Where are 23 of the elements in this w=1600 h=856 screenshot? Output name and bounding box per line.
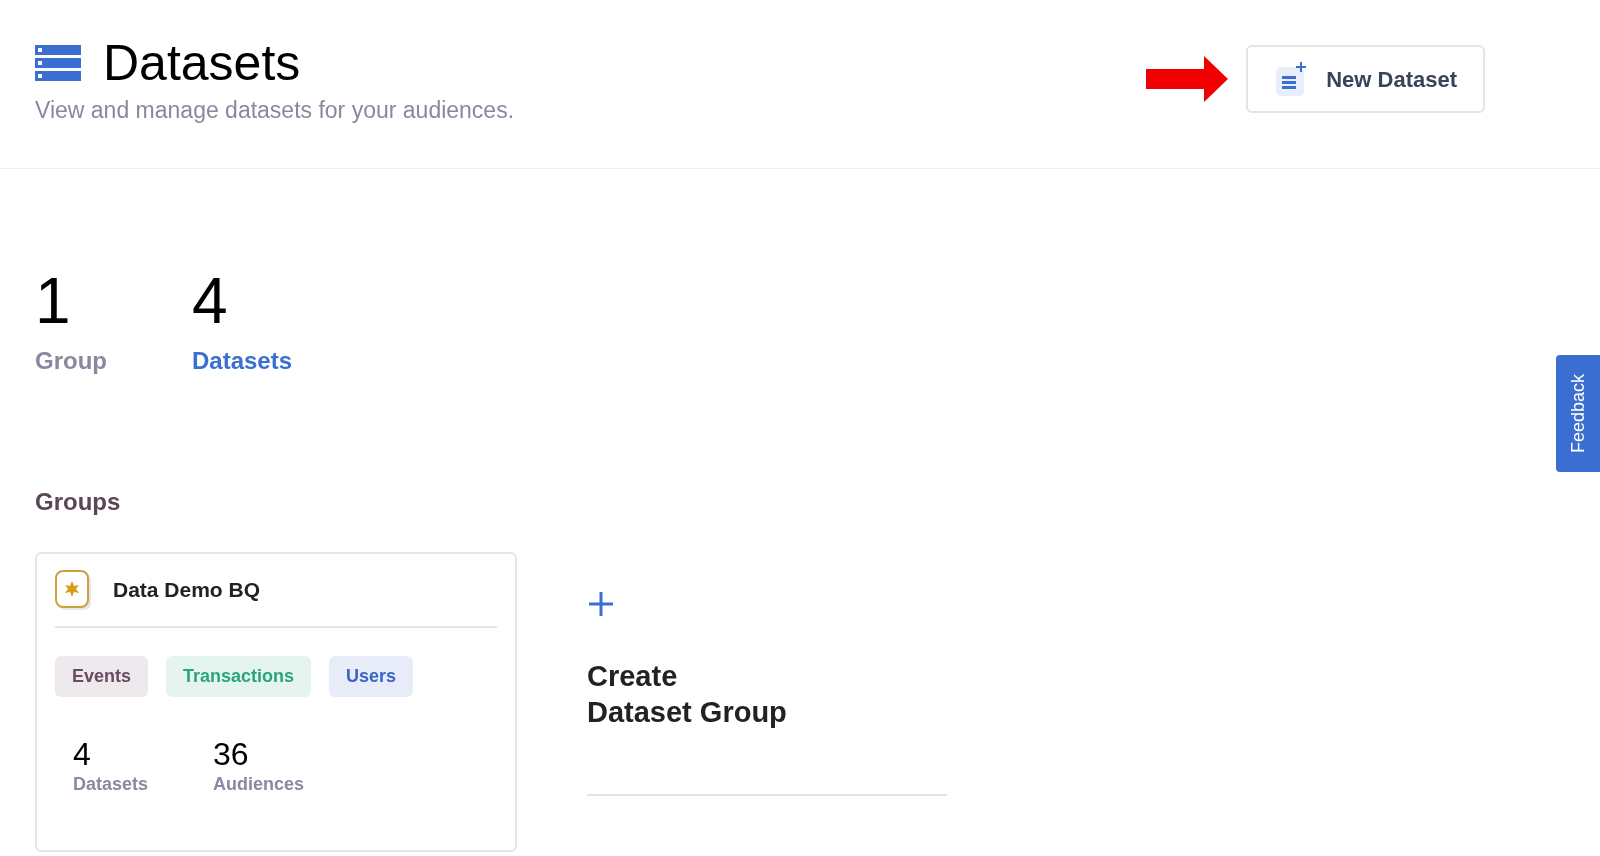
- group-icon: [55, 569, 91, 610]
- stat-value: 4: [192, 268, 228, 333]
- section-heading: Groups: [35, 486, 122, 517]
- tag: Events: [55, 655, 149, 697]
- feedback-tab[interactable]: Feedback: [1556, 355, 1600, 472]
- page-title: Datasets: [103, 35, 301, 91]
- tag: Users: [329, 655, 414, 697]
- metric-label: Datasets: [73, 772, 150, 796]
- stat-value: 1: [35, 268, 71, 333]
- page-subtitle: View and manage datasets for your audiences.: [35, 96, 515, 125]
- stat-label[interactable]: Datasets: [192, 342, 293, 379]
- new-dataset-button[interactable]: New Dataset: [1246, 45, 1485, 113]
- metric-label: Audiences: [213, 772, 305, 796]
- plus-icon: [587, 589, 615, 618]
- stat-label[interactable]: Group: [35, 342, 107, 379]
- add-dataset-icon: [1276, 62, 1307, 96]
- list-icon: [35, 45, 81, 81]
- arrow-icon: [1146, 56, 1229, 102]
- create-group-button[interactable]: Create Dataset Group: [587, 551, 947, 796]
- metric-value: 4: [73, 736, 92, 771]
- tag: Transactions: [166, 655, 312, 697]
- metric-value: 36: [213, 736, 250, 771]
- group-name: Data Demo BQ: [113, 576, 261, 603]
